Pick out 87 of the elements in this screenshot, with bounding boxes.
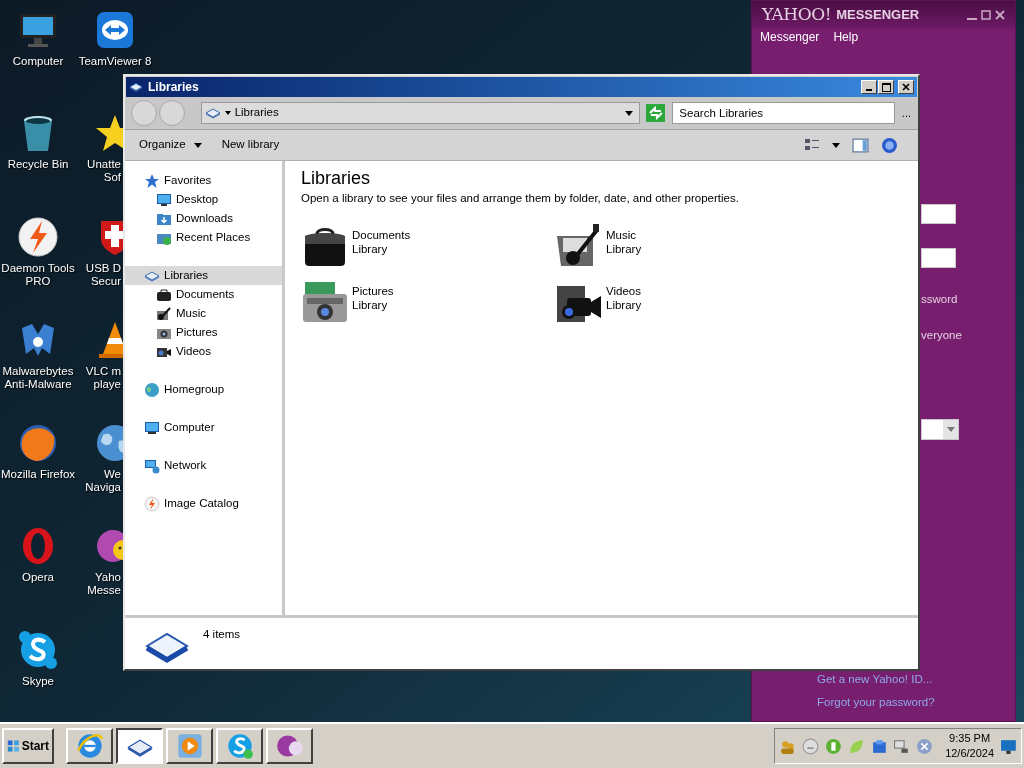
library-name[interactable]: Music (606, 228, 642, 243)
play-icon (175, 732, 204, 760)
start-button[interactable]: Start (2, 728, 54, 764)
close-icon[interactable] (995, 10, 1005, 20)
dropdown-field[interactable] (921, 419, 959, 440)
maximize-icon (881, 82, 891, 92)
library-name[interactable]: Videos (606, 284, 642, 299)
library-name[interactable]: Documents (352, 228, 411, 243)
breadcrumb[interactable]: Libraries (234, 104, 279, 122)
taskbar-button[interactable] (116, 728, 163, 764)
globe-icon (144, 381, 160, 398)
shortcut-label[interactable]: USB D (85, 261, 121, 275)
shortcut-label[interactable]: Computer (12, 55, 64, 68)
briefcase-icon (156, 286, 172, 303)
shortcut-label[interactable]: Sof (103, 171, 121, 185)
shortcut-label[interactable]: PRO (25, 274, 51, 288)
shortcut-label[interactable]: TeamViewer 8 (78, 55, 152, 68)
close-icon (902, 83, 910, 91)
shortcut-label[interactable]: Daemon Tools (1, 261, 75, 275)
lightning-bolt-icon (144, 495, 160, 512)
network-icon (144, 457, 160, 474)
shortcut-label[interactable]: Naviga (85, 481, 121, 495)
item-count: 4 items (203, 627, 241, 642)
library-icon (129, 80, 143, 94)
caret-icon (624, 110, 633, 116)
menu-item[interactable]: Messenger (760, 28, 820, 46)
link[interactable]: Get a new Yahoo! ID... (817, 670, 1015, 688)
view-list-icon[interactable] (804, 137, 820, 153)
library-name[interactable]: Pictures (352, 284, 394, 299)
blocks-icon[interactable] (870, 737, 888, 755)
caret-icon (193, 142, 202, 148)
toolbar-button[interactable]: New library (221, 136, 280, 154)
page-heading: Libraries (301, 167, 372, 189)
menu-item[interactable]: Help (833, 28, 859, 46)
field-label: ssword (921, 292, 959, 306)
refresh-icon[interactable] (645, 104, 666, 122)
toolbar-button[interactable]: Organize (139, 136, 202, 154)
search-field[interactable]: Search Libraries (672, 102, 895, 124)
input-field[interactable] (921, 248, 956, 268)
shortcut-label[interactable]: Anti-Malware (4, 377, 72, 391)
lightning-bolt-icon[interactable] (16, 214, 60, 259)
chat-cloud-icon (225, 732, 254, 760)
field-label: veryone (921, 328, 963, 342)
shortcut-label[interactable]: playe (93, 377, 121, 391)
shortcut-label[interactable]: Mozilla Firefox (0, 468, 76, 482)
library-type: Library (606, 298, 642, 313)
shortcut-label[interactable]: Skype (22, 674, 54, 688)
address-bar[interactable]: Libraries (200, 102, 640, 124)
window-title: Libraries (148, 79, 199, 96)
preview-pane-icon[interactable] (852, 136, 869, 154)
monitor-icon (156, 191, 172, 208)
star-icon (144, 172, 160, 189)
library-type: Library (352, 298, 389, 313)
caret-icon (946, 427, 955, 432)
shortcut-label[interactable]: Recycle Bin (7, 158, 69, 172)
shortcut-label[interactable]: VLC m (85, 364, 121, 378)
library-type: Library (352, 242, 389, 257)
clock-date[interactable]: 12/6/2024 (945, 746, 995, 761)
caret-icon (224, 111, 231, 115)
shortcut-label[interactable]: Opera (22, 571, 54, 585)
maximize-button[interactable] (878, 80, 894, 94)
maximize-icon[interactable] (981, 10, 991, 20)
network-icon[interactable] (893, 737, 911, 755)
shortcut-label[interactable]: We (103, 468, 121, 482)
caret-icon[interactable] (832, 142, 840, 148)
minimize-button[interactable] (861, 80, 877, 94)
more-button[interactable]: ... (900, 108, 912, 118)
close-button[interactable] (898, 80, 914, 94)
nav-item[interactable]: Libraries (125, 266, 282, 285)
help-icon[interactable] (881, 136, 898, 154)
monitor-icon (144, 419, 160, 436)
globe-e-icon (75, 732, 104, 760)
library-type: Library (606, 242, 642, 257)
shortcut-label[interactable]: Messe (87, 584, 121, 598)
input-field[interactable] (921, 204, 956, 224)
clock-time[interactable]: 9:35 PM (949, 731, 991, 746)
shortcut-label[interactable]: Malwarebytes (2, 364, 74, 378)
brand-logo: YAHOO! (762, 3, 832, 27)
windows-logo-icon (7, 739, 20, 753)
link[interactable]: Forgot your password? (817, 693, 1015, 711)
window-title: MESSENGER (836, 6, 920, 25)
shortcut-label[interactable]: Secur (90, 274, 121, 288)
monitor-icon[interactable] (1000, 737, 1017, 755)
description: Open a library to see your files and arrange them by folder, date, and other properties. (301, 191, 740, 206)
shortcut-label[interactable]: Yaho (95, 571, 121, 585)
shortcut-label[interactable]: Unatte (87, 158, 121, 172)
guitar-icon (156, 305, 172, 322)
